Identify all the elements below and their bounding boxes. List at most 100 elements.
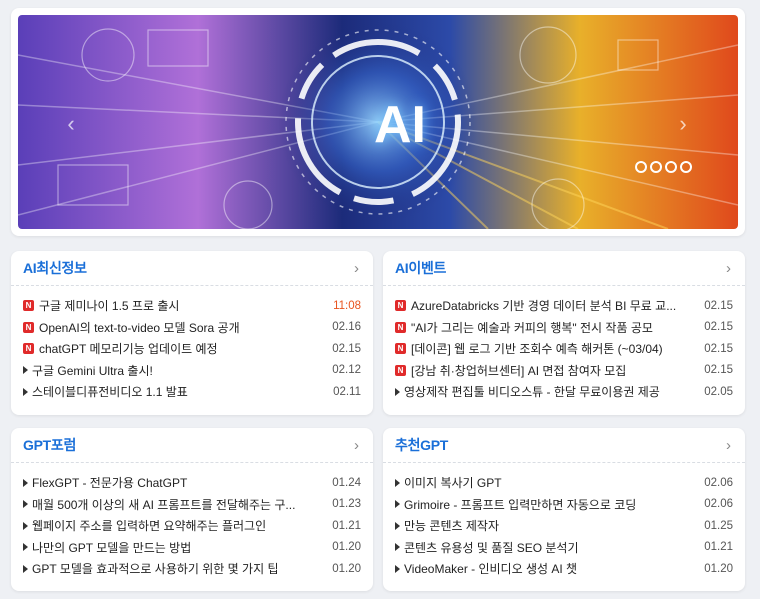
panel-title[interactable]: AI이벤트: [395, 258, 446, 278]
item-title[interactable]: chatGPT 메모리기능 업데이트 예정: [39, 340, 332, 357]
list-item[interactable]: N [데이콘] 웹 로그 기반 조회수 예측 해커톤 (~03/04) 02.15: [395, 338, 733, 360]
item-title[interactable]: AzureDatabricks 기반 경영 데이터 분석 BI 무료 교...: [411, 297, 704, 314]
item-title[interactable]: Grimoire - 프롬프트 입력만하면 자동으로 코딩: [404, 496, 704, 513]
triangle-right-icon: [395, 543, 400, 552]
list-item[interactable]: 구글 Gemini Ultra 출시! 02.12: [23, 360, 361, 382]
item-title[interactable]: VideoMaker - 인비디오 생성 AI 챗: [404, 560, 704, 577]
item-title[interactable]: 구글 제미나이 1.5 프로 출시: [39, 297, 333, 314]
panel-title[interactable]: 추천GPT: [395, 435, 448, 455]
chevron-right-icon[interactable]: ›: [352, 437, 361, 454]
triangle-right-icon: [395, 500, 400, 509]
list-item[interactable]: 매월 500개 이상의 새 AI 프롬프트를 전달해주는 구... 01.23: [23, 494, 361, 516]
item-title[interactable]: 만능 콘텐츠 제작자: [404, 517, 704, 534]
triangle-right-icon: [395, 521, 400, 530]
chevron-right-icon[interactable]: ›: [352, 260, 361, 277]
panel-title[interactable]: AI최신정보: [23, 258, 87, 278]
new-badge-icon: N: [395, 364, 406, 376]
list-item[interactable]: Grimoire - 프롬프트 입력만하면 자동으로 코딩 02.06: [395, 494, 733, 516]
item-date: 02.15: [704, 364, 733, 377]
banner-ai-text: AI: [374, 96, 426, 154]
item-title[interactable]: 구글 Gemini Ultra 출시!: [32, 362, 332, 379]
item-date: 02.15: [704, 299, 733, 312]
list-item[interactable]: 영상제작 편집툴 비디오스튜 - 한달 무료이용권 제공 02.05: [395, 381, 733, 403]
item-date: 02.06: [704, 498, 733, 511]
item-title[interactable]: 영상제작 편집툴 비디오스튜 - 한달 무료이용권 제공: [404, 383, 704, 400]
item-title[interactable]: 이미지 복사기 GPT: [404, 474, 704, 491]
triangle-right-icon: [23, 543, 28, 552]
item-date: 02.15: [704, 321, 733, 334]
list-item[interactable]: VideoMaker - 인비디오 생성 AI 챗 01.20: [395, 558, 733, 580]
list-item[interactable]: N 구글 제미나이 1.5 프로 출시 11:08: [23, 295, 361, 317]
new-badge-icon: N: [395, 300, 406, 312]
panel-header: AI이벤트 ›: [383, 251, 745, 286]
chevron-left-icon[interactable]: ‹: [60, 113, 82, 135]
item-title[interactable]: 콘텐츠 유용성 및 품질 SEO 분석기: [404, 539, 704, 556]
banner-card: AI ‹ ›: [11, 8, 745, 236]
item-date: 01.21: [332, 519, 361, 532]
list-item[interactable]: FlexGPT - 전문가용 ChatGPT 01.24: [23, 472, 361, 494]
triangle-right-icon: [23, 366, 28, 375]
list-item[interactable]: N [강남 취·창업허브센터] AI 면접 참여자 모집 02.15: [395, 360, 733, 382]
slide-dot[interactable]: [650, 161, 662, 173]
panel-header: 추천GPT ›: [383, 428, 745, 463]
new-badge-icon: N: [23, 300, 34, 312]
list-item[interactable]: 콘텐츠 유용성 및 품질 SEO 분석기 01.21: [395, 537, 733, 559]
panel-ai-events: AI이벤트 › N AzureDatabricks 기반 경영 데이터 분석 BI…: [383, 251, 745, 415]
slide-dot[interactable]: [665, 161, 677, 173]
item-date: 02.05: [704, 385, 733, 398]
list-item[interactable]: 웹페이지 주소를 입력하면 요약해주는 플러그인 01.21: [23, 515, 361, 537]
chevron-right-icon[interactable]: ›: [672, 113, 694, 135]
item-date: 02.16: [332, 321, 361, 334]
list-item[interactable]: 스테이블디퓨전비디오 1.1 발표 02.11: [23, 381, 361, 403]
item-date: 02.15: [704, 342, 733, 355]
new-badge-icon: N: [395, 321, 406, 333]
item-date: 01.25: [704, 519, 733, 532]
item-date: 02.12: [332, 364, 361, 377]
panel-recommended-gpt: 추천GPT › 이미지 복사기 GPT 02.06 Grimoire - 프롬프트 …: [383, 428, 745, 591]
item-title[interactable]: 매월 500개 이상의 새 AI 프롬프트를 전달해주는 구...: [32, 496, 332, 513]
list-item[interactable]: N OpenAI의 text-to-video 모델 Sora 공개 02.16: [23, 317, 361, 339]
item-title[interactable]: FlexGPT - 전문가용 ChatGPT: [32, 474, 332, 491]
list-item[interactable]: NchatGPT 메모리기능 업데이트 예정 02.15: [23, 338, 361, 360]
post-list: N AzureDatabricks 기반 경영 데이터 분석 BI 무료 교...…: [383, 286, 745, 403]
list-item[interactable]: GPT 모델을 효과적으로 사용하기 위한 몇 가지 팁 01.20: [23, 558, 361, 580]
post-list: N 구글 제미나이 1.5 프로 출시 11:08 N OpenAI의 text-to-…: [11, 286, 373, 403]
panel-header: GPT포럼 ›: [11, 428, 373, 463]
item-title[interactable]: "AI가 그리는 예술과 커피의 행복" 전시 작품 공모: [411, 319, 704, 336]
chevron-right-icon[interactable]: ›: [724, 260, 733, 277]
item-date: 02.15: [332, 342, 361, 355]
chevron-right-icon[interactable]: ›: [724, 437, 733, 454]
slide-indicator: [635, 161, 692, 173]
item-date: 02.11: [333, 385, 361, 398]
triangle-right-icon: [395, 478, 400, 487]
triangle-right-icon: [23, 500, 28, 509]
item-title[interactable]: GPT 모델을 효과적으로 사용하기 위한 몇 가지 팁: [32, 560, 332, 577]
list-item[interactable]: 이미지 복사기 GPT 02.06: [395, 472, 733, 494]
item-date: 02.06: [704, 476, 733, 489]
panel-ai-news: AI최신정보 › N 구글 제미나이 1.5 프로 출시 11:08 N OpenAI의…: [11, 251, 373, 415]
list-item[interactable]: 나만의 GPT 모델을 만드는 방법 01.20: [23, 537, 361, 559]
item-date: 01.20: [332, 541, 361, 554]
ai-banner[interactable]: AI ‹ ›: [18, 15, 738, 229]
list-item[interactable]: N AzureDatabricks 기반 경영 데이터 분석 BI 무료 교...…: [395, 295, 733, 317]
item-date: 01.24: [332, 476, 361, 489]
item-title[interactable]: OpenAI의 text-to-video 모델 Sora 공개: [39, 319, 332, 336]
item-title[interactable]: 나만의 GPT 모델을 만드는 방법: [32, 539, 332, 556]
triangle-right-icon: [23, 387, 28, 396]
item-date: 01.23: [332, 498, 361, 511]
new-badge-icon: N: [395, 343, 406, 355]
panel-gpt-forum: GPT포럼 › FlexGPT - 전문가용 ChatGPT 01.24 매월 50…: [11, 428, 373, 591]
item-title[interactable]: 웹페이지 주소를 입력하면 요약해주는 플러그인: [32, 517, 332, 534]
list-item[interactable]: 만능 콘텐츠 제작자 01.25: [395, 515, 733, 537]
item-title[interactable]: [데이콘] 웹 로그 기반 조회수 예측 해커톤 (~03/04): [411, 340, 704, 357]
item-date: 01.20: [704, 562, 733, 575]
triangle-right-icon: [395, 387, 400, 396]
item-date: 11:08: [333, 299, 361, 312]
panel-title[interactable]: GPT포럼: [23, 435, 76, 455]
slide-dot[interactable]: [680, 161, 692, 173]
slide-dot[interactable]: [635, 161, 647, 173]
item-title[interactable]: 스테이블디퓨전비디오 1.1 발표: [32, 383, 333, 400]
item-title[interactable]: [강남 취·창업허브센터] AI 면접 참여자 모집: [411, 362, 704, 379]
triangle-right-icon: [395, 564, 400, 573]
list-item[interactable]: N "AI가 그리는 예술과 커피의 행복" 전시 작품 공모 02.15: [395, 317, 733, 339]
